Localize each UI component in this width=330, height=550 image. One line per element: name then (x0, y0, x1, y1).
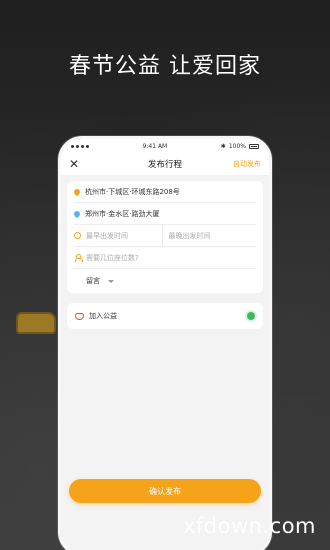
charity-heart-icon (75, 312, 84, 320)
status-time: 9:41 AM (142, 142, 168, 150)
origin-text: 杭州市·下城区·环城东路208号 (85, 187, 180, 196)
signal-icon (71, 144, 89, 148)
battery-icon (248, 143, 259, 149)
destination-text: 郑州市·金水区·路劲大厦 (85, 209, 160, 218)
close-icon[interactable]: ✕ (69, 157, 83, 171)
origin-pin-icon (72, 187, 82, 196)
earliest-time-placeholder: 最早出发时间 (86, 231, 128, 240)
latest-time-field[interactable]: 最晚出发时间 (161, 225, 257, 246)
trip-form: 杭州市·下城区·环城东路208号 郑州市·金水区·路劲大厦 最早出发时间 最晚出… (67, 181, 263, 293)
watermark: xfdown.com (182, 514, 316, 538)
time-row: 最早出发时间 最晚出发时间 (74, 225, 256, 247)
car-image (16, 312, 56, 334)
status-bar: 9:41 AM ✱ 100% (61, 139, 269, 153)
message-dropdown[interactable]: 留言 (74, 269, 256, 293)
battery-percent: 100% (228, 142, 246, 150)
destination-field[interactable]: 郑州市·金水区·路劲大厦 (72, 203, 256, 225)
chevron-down-icon (108, 279, 114, 283)
headline: 春节公益 让爱回家 (69, 54, 261, 79)
message-label: 留言 (86, 277, 100, 285)
destination-pin-icon (72, 209, 82, 218)
latest-time-placeholder: 最晚出发时间 (168, 231, 211, 240)
earliest-time-field[interactable]: 最早出发时间 (74, 225, 162, 246)
bluetooth-icon: ✱ (220, 142, 226, 150)
charity-row[interactable]: 加入公益 (67, 303, 263, 329)
nav-bar: ✕ 发布行程 自动发布 (61, 153, 269, 175)
origin-field[interactable]: 杭州市·下城区·环城东路208号 (72, 181, 256, 203)
person-icon (74, 254, 83, 262)
seats-placeholder: 需要几位座位数? (86, 253, 139, 262)
auto-publish-button[interactable]: 自动发布 (233, 159, 261, 169)
phone-frame: 9:41 AM ✱ 100% ✕ 发布行程 自动发布 杭州市·下城区·环城东路2… (58, 136, 272, 550)
clock-icon (74, 232, 81, 239)
seats-field[interactable]: 需要几位座位数? (74, 247, 256, 269)
confirm-publish-button[interactable]: 确认发布 (69, 479, 261, 503)
charity-toggle[interactable] (247, 312, 255, 320)
charity-label: 加入公益 (89, 312, 117, 320)
